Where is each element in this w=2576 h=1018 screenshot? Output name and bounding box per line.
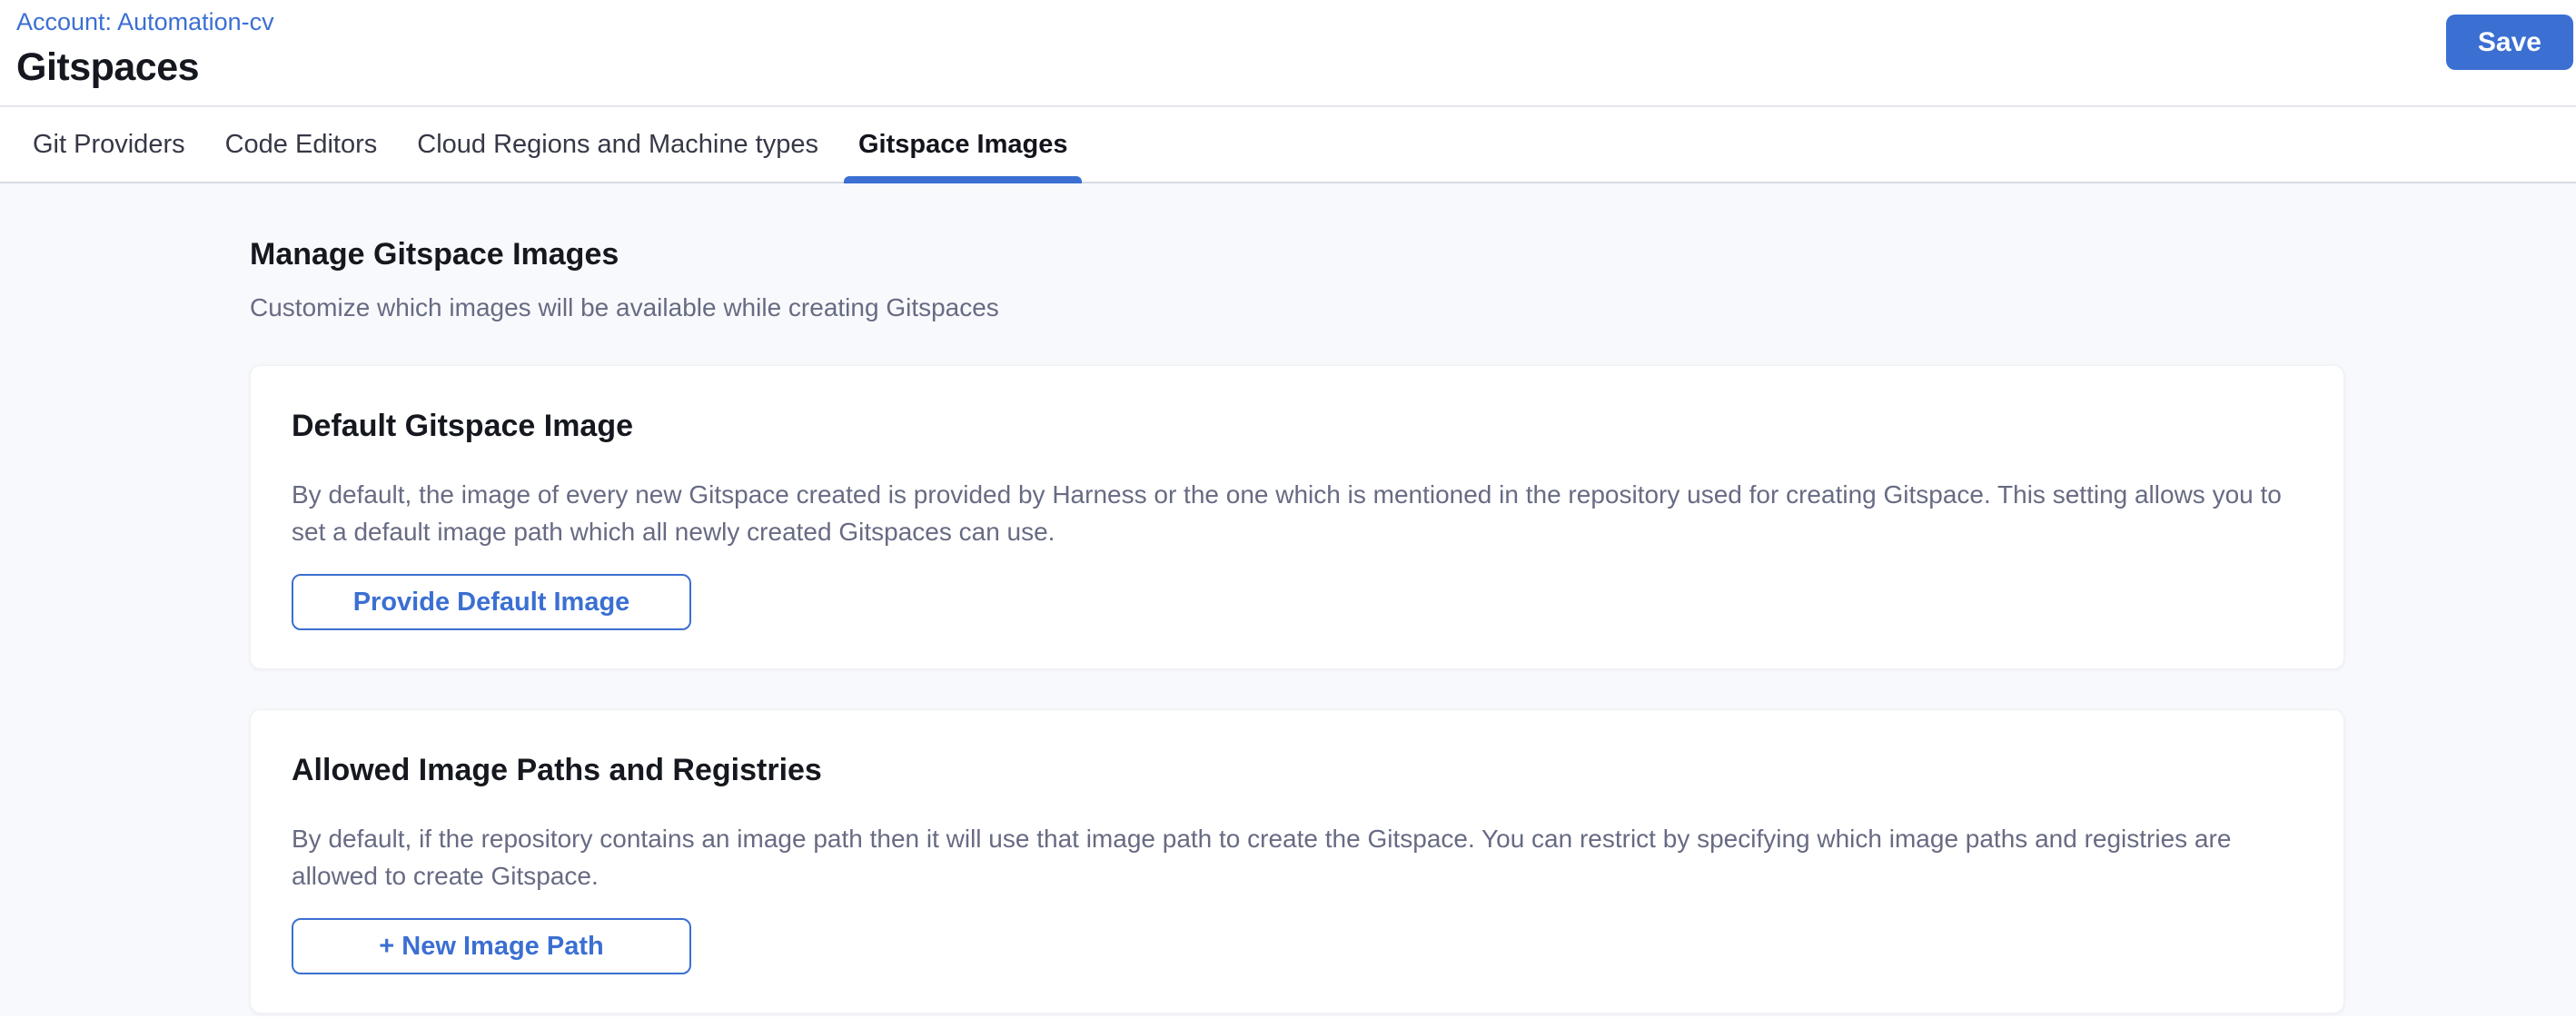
- card-description-line: allowed to create Gitspace.: [292, 857, 2303, 894]
- section-heading: Manage Gitspace Images: [250, 236, 2344, 272]
- page-header: Account: Automation-cv Gitspaces Save: [0, 0, 2576, 107]
- card-description-line: By default, if the repository contains a…: [292, 820, 2303, 857]
- tab-gitspace-images[interactable]: Gitspace Images: [844, 107, 1083, 182]
- save-button[interactable]: Save: [2446, 15, 2573, 70]
- page-title: Gitspaces: [16, 44, 2576, 90]
- card-title: Allowed Image Paths and Registries: [292, 752, 2303, 789]
- default-gitspace-image-card: Default Gitspace Image By default, the i…: [250, 365, 2344, 669]
- card-description-line: By default, the image of every new Gitsp…: [292, 476, 2303, 513]
- allowed-image-paths-card: Allowed Image Paths and Registries By de…: [250, 709, 2344, 1013]
- card-title: Default Gitspace Image: [292, 408, 2303, 445]
- card-description: By default, the image of every new Gitsp…: [292, 476, 2303, 550]
- tab-git-providers[interactable]: Git Providers: [18, 107, 200, 182]
- tab-code-editors[interactable]: Code Editors: [211, 107, 392, 182]
- tab-cloud-regions-machine-types[interactable]: Cloud Regions and Machine types: [402, 107, 833, 182]
- card-description: By default, if the repository contains a…: [292, 820, 2303, 894]
- settings-tabbar: Git Providers Code Editors Cloud Regions…: [0, 107, 2576, 183]
- provide-default-image-button[interactable]: Provide Default Image: [292, 574, 691, 630]
- section-subheading: Customize which images will be available…: [250, 292, 2344, 323]
- new-image-path-button[interactable]: + New Image Path: [292, 918, 691, 974]
- breadcrumb-account-link[interactable]: Account: Automation-cv: [16, 7, 274, 36]
- content-area: Manage Gitspace Images Customize which i…: [0, 183, 2576, 1016]
- card-description-line: set a default image path which all newly…: [292, 513, 2303, 550]
